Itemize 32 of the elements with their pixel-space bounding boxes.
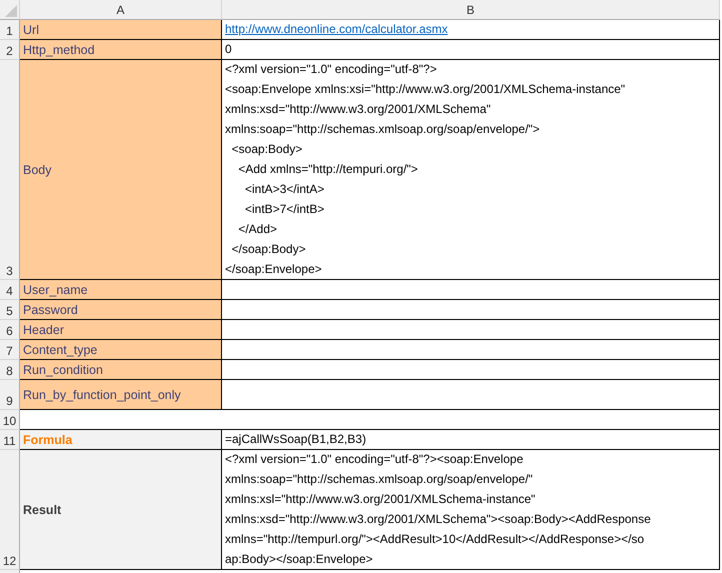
row-header[interactable]: 12: [0, 450, 20, 570]
row-header[interactable]: 4: [0, 280, 20, 300]
row-header[interactable]: 3: [0, 60, 20, 280]
select-all-corner[interactable]: [0, 0, 20, 20]
table-cell: Run_by_function_point_only: [20, 380, 222, 410]
table-cell: Body: [20, 60, 222, 280]
table-cell: Run_condition: [20, 360, 222, 380]
cell-text: =ajCallWsSoap(B1,B2,B3): [225, 431, 366, 448]
row-header[interactable]: 6: [0, 320, 20, 340]
table-cell: User_name: [20, 280, 222, 300]
row-header[interactable]: 11: [0, 430, 20, 450]
row-header[interactable]: 2: [0, 40, 20, 60]
table-cell: Formula: [20, 430, 222, 450]
url-link[interactable]: http://www.dneonline.com/calculator.asmx: [225, 20, 448, 39]
row-header[interactable]: 1: [0, 20, 20, 40]
table-cell: Header: [20, 320, 222, 340]
column-header[interactable]: A: [20, 0, 222, 20]
row-header[interactable]: 8: [0, 360, 20, 380]
table-cell: Url: [20, 20, 222, 40]
cell-text: <?xml version="1.0" encoding="utf-8"?><soap:Envelope xmlns:soap="http://schemas.xmlsoap.org/soap/envelope/" xmlns:xsl="http://www.w3.org/2001/XMLSchema-instance" xmlns:xsd="http://www.w3.org/2001/XMLSchema"><soap:Body><AddResponse xmlns="http://tempurl.org/"><AddResult>10</AddResult></AddResponse></so ap:Body></soap:Envelope>: [225, 451, 651, 568]
row-header[interactable]: 7: [0, 340, 20, 360]
table-cell: Http_method: [20, 40, 222, 60]
cell-text: 0: [225, 41, 232, 58]
row-header[interactable]: 5: [0, 300, 20, 320]
select-all-icon: [5, 5, 17, 17]
cell-text: <?xml version="1.0" encoding="utf-8"?> <soap:Envelope xmlns:xsi="http://www.w3.org/2001/XMLSchema-instance" xmlns:xsd="http://www.w3.org/2001/XMLSchema" xmlns:soap="http://schemas.xmlsoap.org/soap/envelope/"> <soap:Body> <Add xmlns="http://tempuri.org/"> <intA>3</intA> <intB>7</intB> </Add> </soap:Body> </soap:Envelope>: [225, 61, 626, 278]
row-header[interactable]: 9: [0, 380, 20, 410]
table-cell: Content_type: [20, 340, 222, 360]
table-cell: Password: [20, 300, 222, 320]
column-header[interactable]: B: [222, 0, 720, 20]
table-cell: Result: [20, 450, 222, 570]
row-header[interactable]: 10: [0, 410, 20, 430]
